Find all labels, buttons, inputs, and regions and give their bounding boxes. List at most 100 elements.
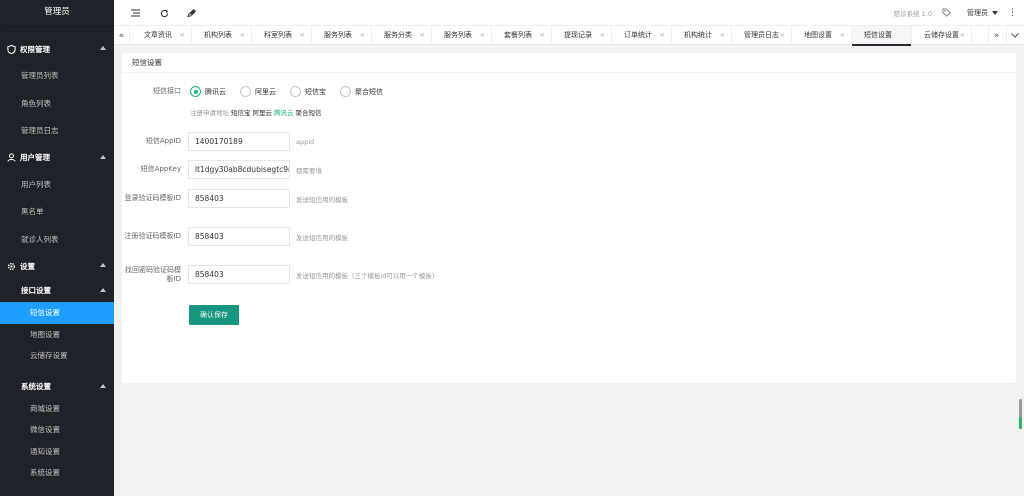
nav-group-label: 用户管理 (20, 153, 50, 162)
tab-item[interactable]: 科室列表 × (252, 26, 312, 45)
system-name: 陪诊系统 1.0 (893, 10, 932, 18)
sidebar-item-notify-settings[interactable]: 通知设置 (0, 441, 114, 463)
tabs-prev-icon[interactable]: « (114, 26, 130, 45)
sidebar-item-sms-settings[interactable]: 短信设置 (0, 302, 114, 324)
user-menu[interactable]: 管理员 (967, 8, 988, 18)
collapse-arrow-icon (100, 263, 106, 267)
nav-sub-system[interactable]: 系统设置 (0, 375, 114, 398)
user-icon (6, 153, 16, 163)
reset-template-row: 找回密码验证码模板ID 858403 发送短信用的模板（三个模板id可以用一个模… (122, 265, 438, 284)
nav-group-permissions[interactable]: 权限管理 (0, 36, 114, 62)
tab-close-icon[interactable]: × (660, 26, 665, 45)
tab-item[interactable]: 机构列表 × (192, 26, 252, 45)
sidebar-item-system-settings[interactable]: 系统设置 (0, 462, 114, 484)
sidebar-item-cloud-storage[interactable]: 云储存设置 (0, 345, 114, 367)
tab-close-icon[interactable]: × (300, 26, 305, 45)
sidebar-logo: 管理员 (0, 0, 114, 26)
radio-smsbao[interactable]: 短信宝 (290, 86, 326, 97)
sidebar-item-blacklist[interactable]: 黑名单 (0, 198, 114, 226)
sidebar-item-map-settings[interactable]: 地图设置 (0, 324, 114, 346)
nav-sub-interface[interactable]: 接口设置 (0, 279, 114, 302)
tab-close-icon[interactable]: × (240, 26, 245, 45)
tab-item[interactable]: 地图设置 × (792, 26, 852, 45)
tab-item[interactable]: 云储存设置 × (912, 26, 972, 45)
tab-label: 机构统计 (684, 31, 712, 39)
link-smsbao[interactable]: 短信宝 (231, 107, 251, 117)
login-template-input[interactable]: 858403 (188, 189, 290, 208)
sidebar-item-role-list[interactable]: 角色列表 (0, 90, 114, 118)
sidebar-item-user-list[interactable]: 用户列表 (0, 171, 114, 199)
collapse-arrow-icon (100, 383, 106, 388)
collapse-arrow-icon (100, 288, 106, 292)
tab-label: 云储存设置 (924, 31, 959, 39)
link-aliyun[interactable]: 阿里云 (253, 107, 273, 117)
tab-item[interactable]: 服务列表 × (432, 26, 492, 45)
tab-close-icon[interactable]: × (960, 26, 965, 45)
save-button[interactable]: 确认保存 (189, 305, 239, 325)
tab-label: 地图设置 (804, 31, 832, 39)
radio-tencent[interactable]: 腾讯云 (190, 86, 226, 97)
sidebar-item-admin-log[interactable]: 管理员日志 (0, 117, 114, 145)
tabs-menu-chevron-icon[interactable] (1006, 26, 1022, 45)
login-template-label: 登录验证码模板ID (124, 194, 181, 202)
refresh-icon[interactable] (158, 7, 170, 19)
tab-item[interactable]: 服务分类 × (372, 26, 432, 45)
radio-juhe[interactable]: 聚合短信 (340, 86, 383, 97)
clear-cache-icon[interactable] (186, 7, 198, 19)
link-tencent[interactable]: 腾讯云 (274, 107, 294, 117)
tab-close-icon[interactable]: × (780, 26, 785, 45)
tab-close-icon[interactable]: × (600, 26, 605, 45)
tab-item[interactable]: 机构统计 × (672, 26, 732, 45)
tabs-next-icon[interactable]: » (988, 26, 1004, 45)
tab-close-icon[interactable]: × (420, 26, 425, 45)
nav-group-settings[interactable]: 设置 (0, 253, 114, 279)
radio-aliyun[interactable]: 阿里云 (240, 86, 276, 97)
menu-toggle-icon[interactable] (129, 7, 141, 19)
tab-item[interactable]: 订单统计 × (612, 26, 672, 45)
register-template-label: 注册验证码模板ID (124, 232, 181, 240)
appid-row: 短信AppID 1400170189 appid (122, 132, 314, 151)
chevron-down-icon[interactable] (992, 11, 998, 15)
tab-item[interactable]: 提现记录 × (552, 26, 612, 45)
tab-item[interactable]: 服务列表 × (312, 26, 372, 45)
tab-close-icon[interactable]: × (540, 26, 545, 45)
sidebar-item-mall-settings[interactable]: 商城设置 (0, 398, 114, 420)
card-title: 短信设置 (122, 53, 1016, 73)
sidebar-item-admin-list[interactable]: 管理员列表 (0, 62, 114, 90)
tab-item[interactable]: 文章资讯 × (132, 26, 192, 45)
reset-template-hint: 发送短信用的模板（三个模板id可以用一个模板） (296, 271, 439, 280)
link-juhe[interactable]: 聚合短信 (296, 107, 322, 117)
tab-close-icon[interactable]: × (360, 26, 365, 45)
tag-icon[interactable] (942, 7, 951, 19)
radio-label: 腾讯云 (205, 87, 226, 96)
tab-label: 服务列表 (444, 31, 472, 39)
sidebar-item-patient-list[interactable]: 就诊人列表 (0, 226, 114, 254)
collapse-arrow-icon (100, 46, 106, 50)
tab-close-icon[interactable]: × (480, 26, 485, 45)
provider-label: 短信接口 (153, 87, 181, 95)
collapse-arrow-icon (100, 154, 106, 159)
page-scrollbar[interactable] (1019, 399, 1022, 429)
tab-item[interactable]: 短信设置× (852, 26, 912, 46)
tab-close-icon[interactable]: × (720, 26, 725, 45)
tab-item[interactable]: 套餐列表 × (492, 26, 552, 45)
tab-label: 科室列表 (264, 31, 292, 39)
tab-label: 文章资讯 (144, 31, 172, 39)
tab-item[interactable]: 管理员日志 × (732, 26, 792, 45)
tab-strip: 文章资讯 × 机构列表 × 科室列表 × 服务列表 × 服务分类 × 服务列表 × 套餐列表 × 提现记录 ×… (132, 26, 972, 46)
nav-group-users[interactable]: 用户管理 (0, 145, 114, 171)
radio-circle (340, 86, 351, 97)
register-template-input[interactable]: 858403 (188, 227, 290, 246)
more-icon[interactable]: ⋮ (1008, 8, 1017, 18)
radio-label: 短信宝 (305, 87, 326, 96)
sms-settings-card: 短信设置 短信接口 腾讯云 阿里云 短信宝 聚合短信 注册申请地址 短信宝 阿里… (122, 53, 1016, 383)
tab-label: 短信设置 (864, 31, 892, 39)
header-right: 陪诊系统 1.0 管理员 ⋮ (893, 0, 1017, 26)
radio-circle (240, 86, 251, 97)
appid-input[interactable]: 1400170189 (188, 132, 290, 151)
reset-template-input[interactable]: 858403 (188, 265, 290, 284)
appkey-input[interactable]: lt1dgy30ab8cdubisegtc9nwq (188, 160, 290, 179)
tab-close-icon[interactable]: × (840, 26, 845, 45)
sidebar-item-wechat-settings[interactable]: 微信设置 (0, 419, 114, 441)
tab-close-icon[interactable]: × (180, 26, 185, 45)
